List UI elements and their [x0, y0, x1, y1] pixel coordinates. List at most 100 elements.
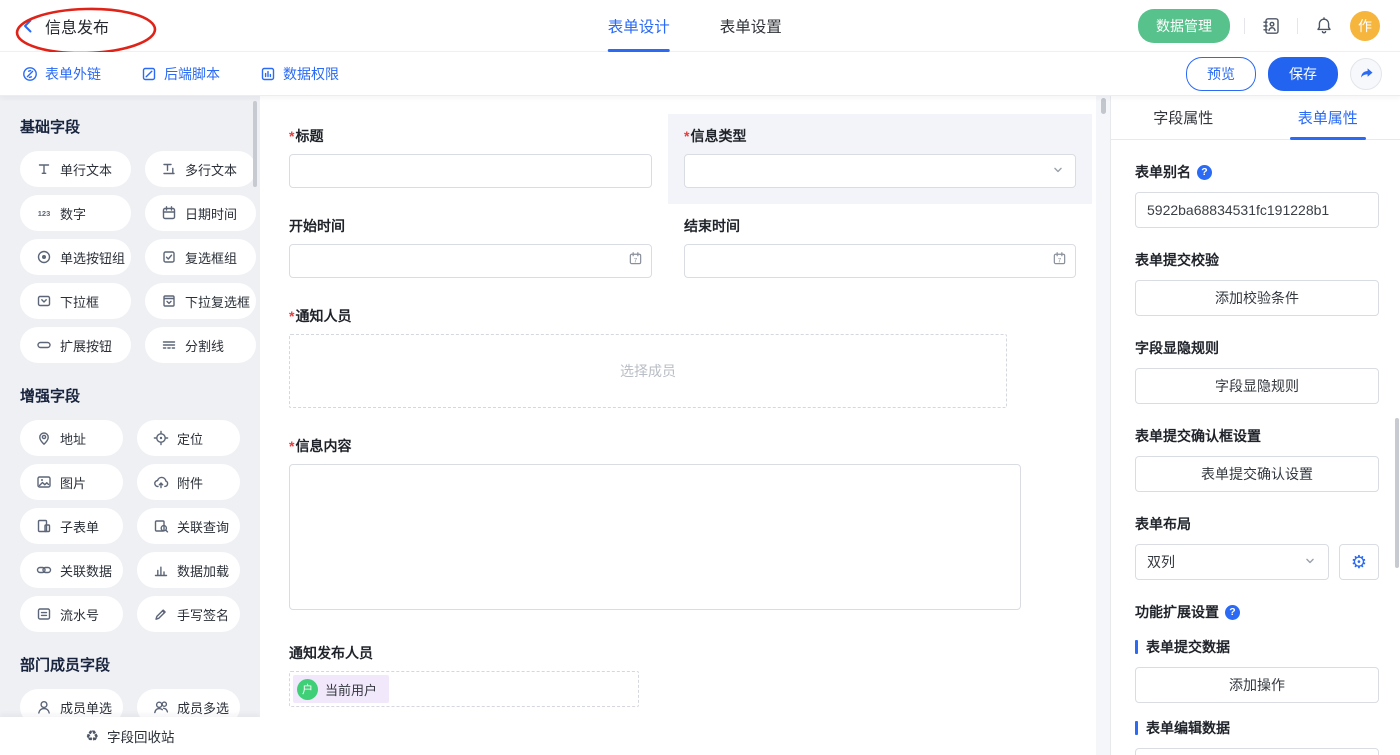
palette-section-title: 部门成员字段	[20, 654, 240, 675]
tab-form-properties[interactable]: 表单属性	[1256, 96, 1400, 139]
section-marker	[1135, 721, 1138, 735]
form-field-title[interactable]: *标题	[273, 114, 668, 204]
link-query-icon	[152, 518, 170, 534]
data-load-icon	[152, 562, 170, 578]
field-item-link-data[interactable]: 关联数据	[20, 552, 123, 588]
link-icon	[22, 66, 38, 82]
field-item-attachment[interactable]: 附件	[137, 464, 240, 500]
property-action-button[interactable]: 添加校验条件	[1135, 280, 1379, 316]
extension-action-button[interactable]: 添加操作	[1135, 748, 1379, 755]
form-alias-label: 表单别名 ?	[1135, 162, 1379, 182]
form-field-start-time[interactable]: 开始时间7	[273, 204, 668, 294]
field-item-number[interactable]: 123数字	[20, 195, 131, 231]
link-data-icon	[35, 562, 53, 578]
field-label: *通知人员	[289, 306, 1076, 326]
field-item-single-text[interactable]: 单行文本	[20, 151, 131, 187]
start-time-input[interactable]	[289, 244, 652, 278]
toolbar-links: 表单外链 后端脚本 数据权限	[22, 64, 339, 84]
datetime-icon	[160, 205, 178, 221]
gear-icon: ⚙	[1351, 552, 1367, 573]
field-item-ext-button[interactable]: 扩展按钮	[20, 327, 131, 363]
preview-button[interactable]: 预览	[1186, 57, 1256, 91]
field-item-address[interactable]: 地址	[20, 420, 123, 456]
field-item-label: 图片	[60, 473, 86, 492]
canvas-scrollbar[interactable]	[1101, 98, 1106, 114]
tab-field-properties[interactable]: 字段属性	[1111, 96, 1256, 139]
form-field-notify-publisher[interactable]: 通知发布人员户当前用户	[273, 631, 1092, 723]
section-marker	[1135, 640, 1138, 654]
field-item-position[interactable]: 定位	[137, 420, 240, 456]
extension-action-button[interactable]: 添加操作	[1135, 667, 1379, 703]
share-button[interactable]	[1350, 58, 1382, 90]
panel-scrollbar[interactable]	[1395, 418, 1399, 568]
help-icon[interactable]: ?	[1225, 605, 1240, 620]
property-action-button[interactable]: 字段显隐规则	[1135, 368, 1379, 404]
layout-settings-button[interactable]: ⚙	[1339, 544, 1379, 580]
form-field-end-time[interactable]: 结束时间7	[668, 204, 1092, 294]
back-button[interactable]: 信息发布	[16, 10, 119, 42]
field-item-link-query[interactable]: 关联查询	[137, 508, 240, 544]
toolbar-link-label: 后端脚本	[164, 64, 220, 84]
notify-publisher-picker[interactable]: 户当前用户	[289, 671, 639, 707]
notify-members-picker[interactable]: 选择成员	[289, 334, 1007, 408]
info-type-select[interactable]	[684, 154, 1076, 188]
toolbar-link-link[interactable]: 表单外链	[22, 64, 101, 84]
field-item-label: 手写签名	[177, 605, 229, 624]
field-item-datetime[interactable]: 日期时间	[145, 195, 256, 231]
divider	[1244, 18, 1245, 34]
field-item-serial[interactable]: 流水号	[20, 596, 123, 632]
svg-text:123: 123	[38, 209, 51, 218]
toolbar-link-label: 数据权限	[283, 64, 339, 84]
tab-form-design[interactable]: 表单设计	[608, 0, 670, 52]
field-item-label: 单行文本	[60, 160, 112, 179]
field-item-label: 成员多选	[177, 698, 229, 717]
title-input[interactable]	[289, 154, 652, 188]
sidebar-scrollbar[interactable]	[253, 101, 257, 187]
required-asterisk: *	[289, 308, 294, 324]
multi-select-icon	[160, 293, 178, 309]
toolbar-link-script[interactable]: 后端脚本	[141, 64, 220, 84]
required-asterisk: *	[289, 438, 294, 454]
notification-bell-icon[interactable]	[1312, 14, 1336, 38]
property-section-label: 表单提交校验	[1135, 250, 1379, 270]
field-item-select[interactable]: 下拉框	[20, 283, 131, 319]
field-item-multi-select[interactable]: 下拉复选框	[145, 283, 256, 319]
field-item-signature[interactable]: 手写签名	[137, 596, 240, 632]
info-content-textarea[interactable]	[289, 464, 1021, 610]
divider-icon	[160, 337, 178, 353]
toolbar-link-permission[interactable]: 数据权限	[260, 64, 339, 84]
recycle-label: 字段回收站	[107, 726, 175, 746]
form-field-info-content[interactable]: *信息内容	[273, 424, 1092, 631]
save-button[interactable]: 保存	[1268, 57, 1338, 91]
field-item-label: 分割线	[185, 336, 224, 355]
field-item-radio-group[interactable]: 单选按钮组	[20, 239, 131, 275]
field-item-checkbox-group[interactable]: 复选框组	[145, 239, 256, 275]
form-layout-select[interactable]: 双列	[1135, 544, 1329, 580]
single-text-icon	[35, 161, 53, 177]
data-manage-button[interactable]: 数据管理	[1138, 9, 1230, 43]
member-single-icon	[35, 699, 53, 715]
end-time-input[interactable]	[684, 244, 1076, 278]
help-icon[interactable]: ?	[1197, 165, 1212, 180]
field-item-image[interactable]: 图片	[20, 464, 123, 500]
contacts-book-icon[interactable]	[1259, 14, 1283, 38]
field-item-data-load[interactable]: 数据加载	[137, 552, 240, 588]
serial-icon	[35, 606, 53, 622]
field-item-subform[interactable]: 子表单	[20, 508, 123, 544]
field-item-label: 单选按钮组	[60, 248, 125, 267]
field-item-divider[interactable]: 分割线	[145, 327, 256, 363]
current-user-tag[interactable]: 户当前用户	[293, 675, 389, 703]
header-actions: 数据管理 作	[1138, 9, 1380, 43]
field-item-label: 关联数据	[60, 561, 112, 580]
property-action-button[interactable]: 表单提交确认设置	[1135, 456, 1379, 492]
form-designer-app: 信息发布 表单设计 表单设置 数据管理 作 表单外链 后端脚本 数据权限 预览	[0, 0, 1400, 755]
radio-group-icon	[35, 249, 53, 265]
form-field-info-type[interactable]: *信息类型	[668, 114, 1092, 204]
select-icon	[35, 293, 53, 309]
field-recycle-bin[interactable]: ♻ 字段回收站	[0, 717, 260, 755]
form-field-notify-members[interactable]: *通知人员选择成员	[273, 294, 1092, 424]
tab-form-settings[interactable]: 表单设置	[720, 0, 782, 52]
field-item-multi-text[interactable]: 多行文本	[145, 151, 256, 187]
form-alias-input[interactable]	[1135, 192, 1379, 228]
user-avatar[interactable]: 作	[1350, 11, 1380, 41]
